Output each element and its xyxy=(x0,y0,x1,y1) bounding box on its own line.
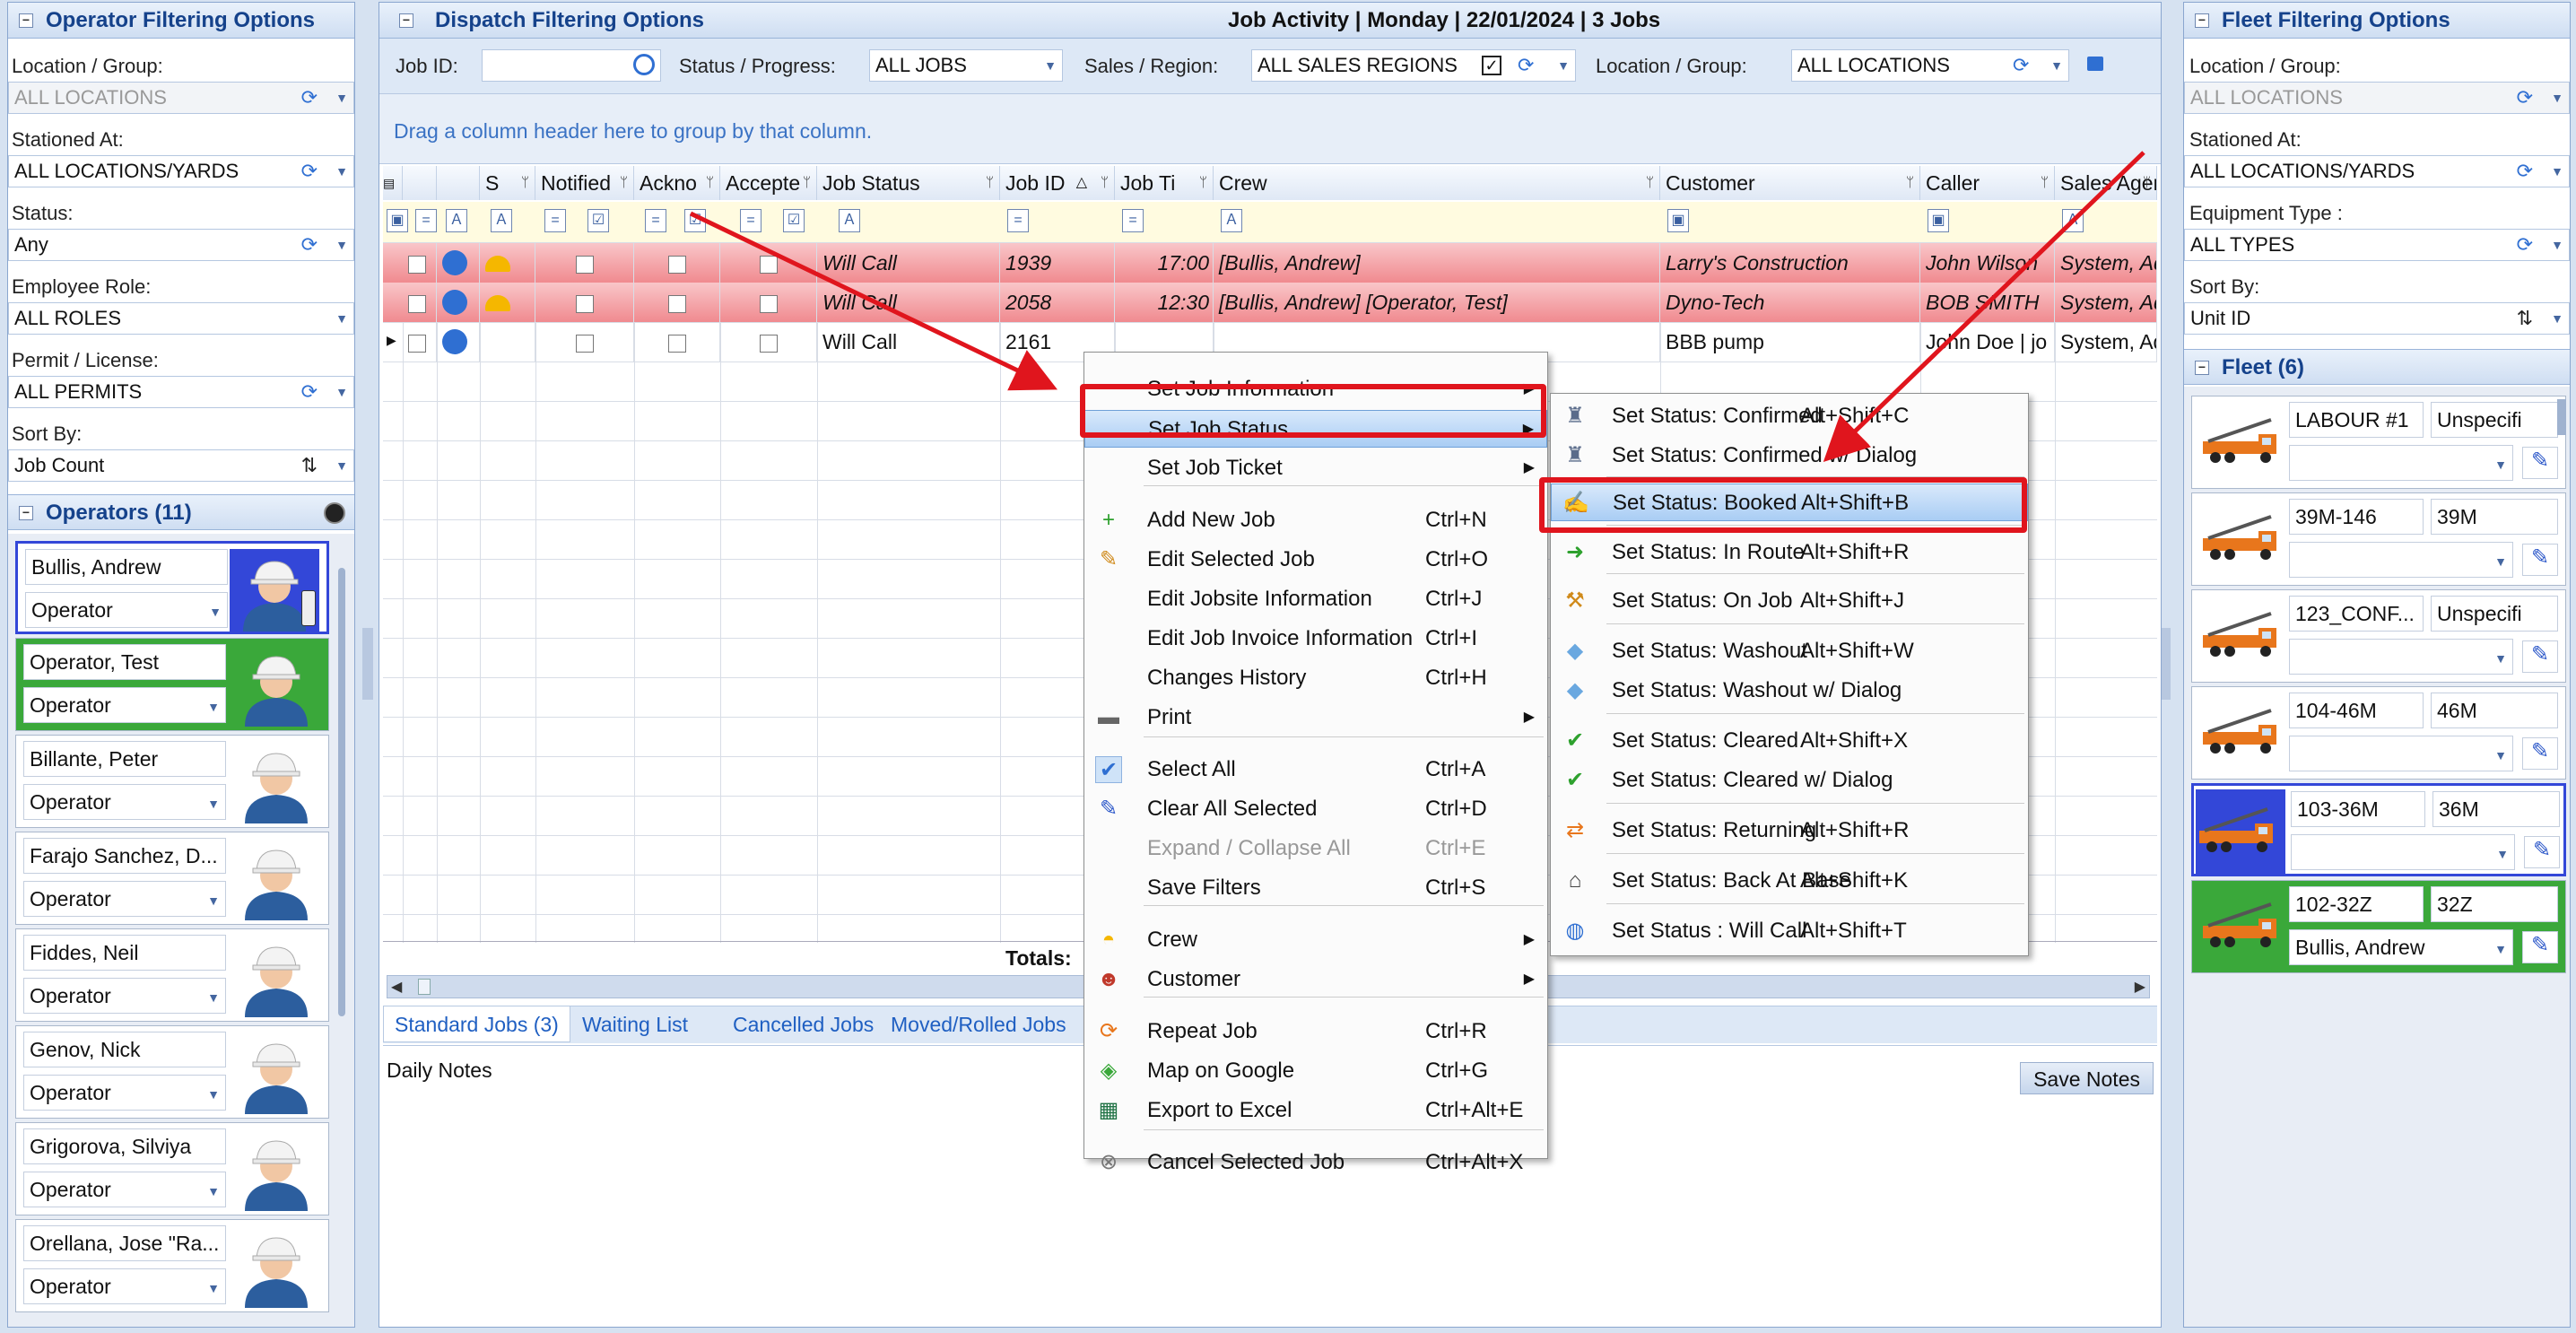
arrow-to-set-status-booked xyxy=(1823,151,2145,462)
annotation-arrows xyxy=(689,151,2145,462)
arrow-to-set-job-status xyxy=(689,211,1058,391)
